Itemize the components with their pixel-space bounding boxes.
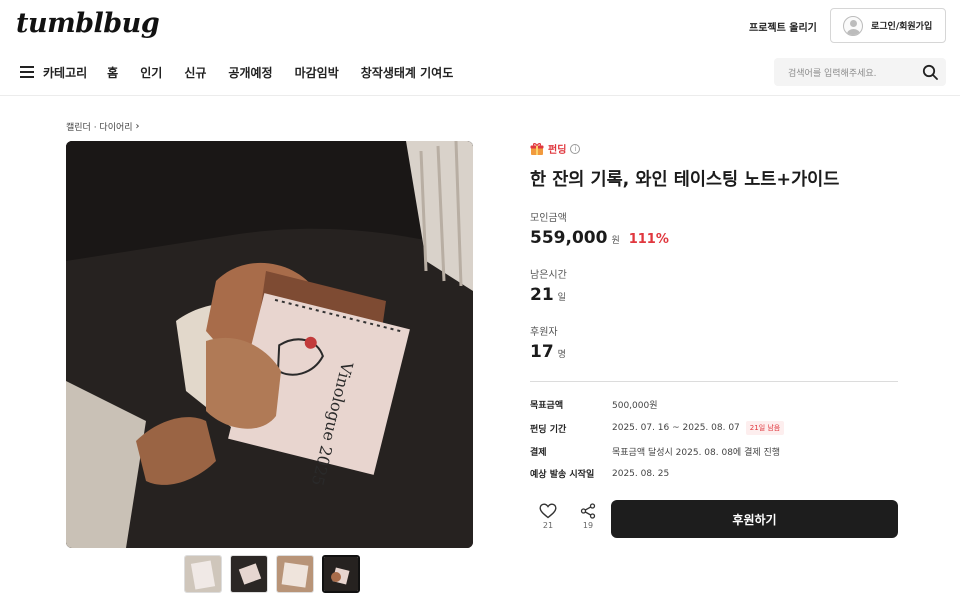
support-button[interactable]: 후원하기 xyxy=(611,500,898,538)
like-button[interactable]: 21 xyxy=(537,503,559,530)
upload-project-link[interactable]: 프로젝트 올리기 xyxy=(749,19,817,34)
goal-key: 목표금액 xyxy=(530,401,564,411)
login-label: 로그인/회원가입 xyxy=(871,22,933,32)
remaining-days-badge: 21일 남음 xyxy=(745,421,785,435)
info-icon[interactable]: i xyxy=(570,143,581,154)
avatar-icon xyxy=(843,15,863,36)
like-count: 21 xyxy=(542,521,554,530)
raised-label: 모인금액 xyxy=(530,213,567,224)
gift-icon xyxy=(530,142,544,155)
funding-label: 펀딩 xyxy=(548,145,567,156)
raised-unit: 원 xyxy=(611,236,620,246)
project-title: 한 잔의 기록, 와인 테이스팅 노트+가이드 xyxy=(530,170,840,190)
nav-popular[interactable]: 인기 xyxy=(140,64,162,81)
breadcrumb[interactable]: 캘린더 · 다이어리 › xyxy=(66,120,140,133)
raised-amount: 559,000 원 111% xyxy=(530,228,669,248)
shipping-key: 예상 발송 시작일 xyxy=(530,470,595,480)
product-main-image[interactable]: Vinologue 2025 xyxy=(66,141,473,548)
payment-key: 결제 xyxy=(530,448,547,458)
logo[interactable]: tumblbug xyxy=(16,8,160,39)
thumbnail-3[interactable] xyxy=(276,555,314,593)
divider xyxy=(530,381,898,382)
shipping-value: 2025. 08. 25 xyxy=(612,468,670,479)
raised-value: 559,000 xyxy=(530,228,608,248)
period-key: 펀딩 기간 xyxy=(530,424,567,435)
breadcrumb-path: 캘린더 · 다이어리 xyxy=(66,123,133,133)
nav-new[interactable]: 신규 xyxy=(184,64,206,81)
backers-value: 17 xyxy=(530,342,554,362)
backers-unit: 명 xyxy=(557,350,566,360)
thumbnail-2[interactable] xyxy=(230,555,268,593)
thumbnail-1[interactable] xyxy=(184,555,222,593)
time-left: 21 일 xyxy=(530,285,566,305)
nav-creator-contribution[interactable]: 창작생태계 기여도 xyxy=(361,64,454,81)
main-nav: 카테고리 홈 인기 신규 공개예정 마감임박 창작생태계 기여도 xyxy=(20,62,475,82)
search-icon[interactable] xyxy=(922,64,938,80)
login-button[interactable]: 로그인/회원가입 xyxy=(830,8,946,43)
search-input[interactable]: 검색어를 입력해주세요. xyxy=(774,58,946,86)
share-button[interactable]: 19 xyxy=(577,503,599,530)
heart-icon xyxy=(539,503,557,519)
shipping-row: 예상 발송 시작일 2025. 08. 25 xyxy=(530,467,670,481)
backers-label: 후원자 xyxy=(530,327,558,338)
share-count: 19 xyxy=(582,521,594,530)
backers: 17 명 xyxy=(530,342,566,362)
nav-home[interactable]: 홈 xyxy=(107,64,118,81)
goal-row: 목표금액 500,000원 xyxy=(530,398,658,411)
nav-closing-soon[interactable]: 마감임박 xyxy=(295,64,339,81)
site-header: tumblbug 프로젝트 올리기 로그인/회원가입 카테고리 홈 인기 신규 … xyxy=(0,0,960,96)
menu-icon[interactable] xyxy=(20,66,34,78)
payment-row: 결제 목표금액 달성시 2025. 08. 08에 결제 진행 xyxy=(530,445,780,458)
product-photo: Vinologue 2025 xyxy=(66,141,473,548)
thumbnail-strip xyxy=(184,555,360,593)
time-left-unit: 일 xyxy=(557,293,566,303)
share-icon xyxy=(580,503,596,519)
funding-badge: 펀딩 i xyxy=(530,141,581,156)
time-left-label: 남은시간 xyxy=(530,270,567,281)
thumbnail-4-selected[interactable] xyxy=(322,555,360,593)
period-value-group: 2025. 07. 16 ~ 2025. 08. 07 21일 남음 xyxy=(612,421,785,435)
period-value: 2025. 07. 16 ~ 2025. 08. 07 xyxy=(612,423,740,433)
raised-percent: 111% xyxy=(628,232,669,247)
goal-value: 500,000원 xyxy=(612,401,658,411)
nav-upcoming[interactable]: 공개예정 xyxy=(228,64,272,81)
time-left-value: 21 xyxy=(530,285,554,305)
payment-value: 목표금액 달성시 2025. 08. 08에 결제 진행 xyxy=(612,448,781,458)
chevron-right-icon: › xyxy=(135,121,140,132)
nav-category[interactable]: 카테고리 xyxy=(43,64,87,81)
search-placeholder: 검색어를 입력해주세요. xyxy=(788,69,877,79)
period-row: 펀딩 기간 2025. 07. 16 ~ 2025. 08. 07 21일 남음 xyxy=(530,421,785,435)
